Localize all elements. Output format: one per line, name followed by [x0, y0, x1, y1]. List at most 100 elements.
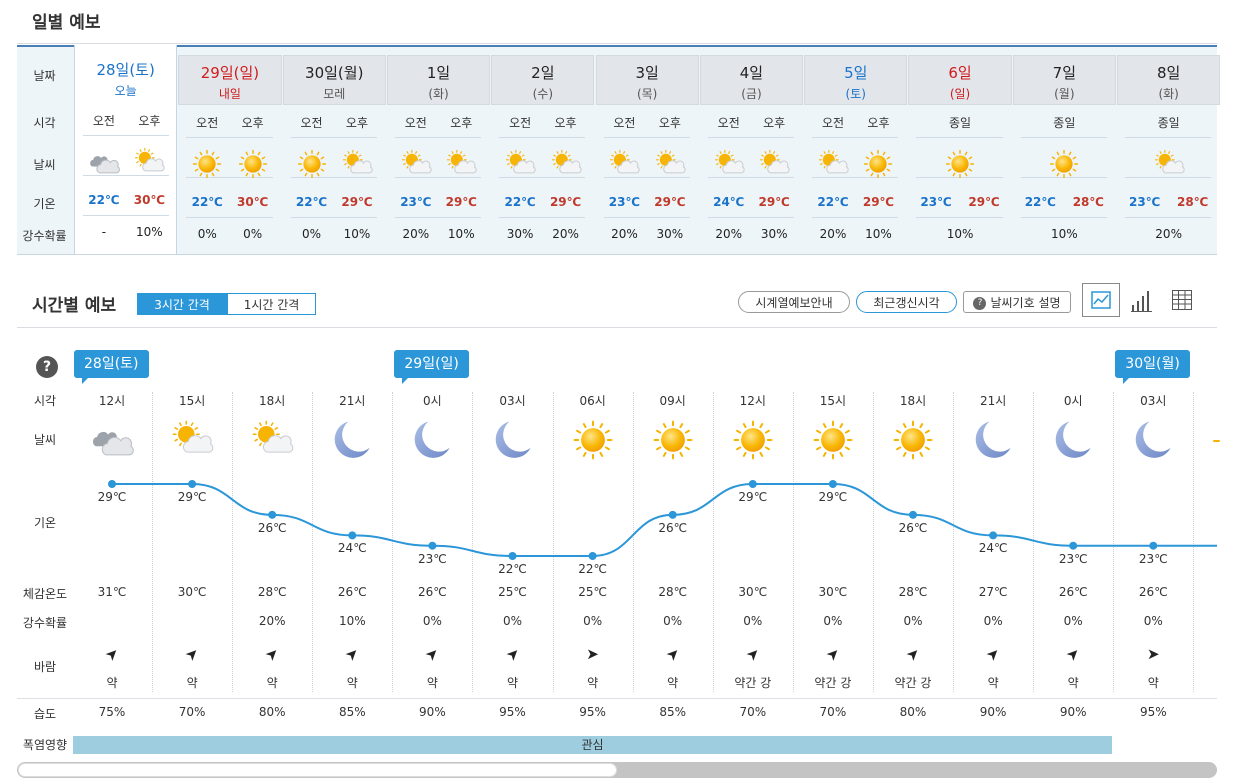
- hour-label: 03시: [499, 394, 526, 408]
- hour-label: 12시: [739, 394, 766, 408]
- day-sub: (화): [428, 87, 449, 101]
- precip-prob: 20%: [819, 227, 847, 241]
- day-header[interactable]: 6일 (일): [908, 55, 1012, 105]
- day-badge: 29일(일): [394, 350, 469, 384]
- day-badge: 28일(토): [74, 350, 149, 384]
- day-header[interactable]: 2일 (수): [491, 55, 595, 105]
- day-header[interactable]: 30일(월) 모레: [282, 55, 386, 105]
- temp-low: 22℃: [191, 195, 223, 209]
- moon-icon: [1051, 418, 1095, 462]
- precip-prob: 30%: [760, 227, 788, 241]
- hour-label: 21시: [339, 394, 366, 408]
- partly-cloudy-icon: [608, 148, 641, 180]
- day-header[interactable]: 1일 (화): [386, 55, 491, 105]
- partly-cloudy-icon: [758, 148, 790, 180]
- day-sub: 내일: [218, 87, 241, 101]
- hour-label: 12시: [98, 394, 126, 408]
- hour-label: 18시: [899, 394, 927, 408]
- wind-strength: 약: [106, 676, 118, 690]
- wind-strength: 약: [506, 676, 519, 690]
- tab-3hour[interactable]: 3시간 간격: [137, 293, 227, 315]
- row-divider: [499, 137, 586, 138]
- temperature-point: [268, 510, 277, 519]
- column-separator: [1033, 392, 1035, 692]
- period-label: 오후: [867, 116, 890, 130]
- wind-direction-icon: ➤: [501, 643, 524, 665]
- temp-low: 23℃: [608, 195, 641, 209]
- sun-icon: [862, 148, 894, 180]
- day-name: 30일(월): [305, 64, 364, 82]
- daily-column: 29일(일) 내일 오전 22℃ 0% 오후 30℃ 0%: [178, 55, 282, 252]
- precip-prob: 20%: [402, 227, 430, 241]
- row-divider: [1125, 217, 1212, 218]
- partly-cloudy-icon: [445, 148, 477, 180]
- wind-direction-icon: ➤: [421, 643, 444, 665]
- day-header[interactable]: 8일 (화): [1117, 55, 1221, 105]
- precip-prob: 0%: [583, 614, 603, 628]
- day-sub: 모레: [323, 87, 346, 101]
- row-divider: [812, 137, 899, 138]
- day-header[interactable]: 7일 (월): [1012, 55, 1116, 105]
- tab-1hour[interactable]: 1시간 간격: [227, 293, 316, 315]
- moon-icon: [971, 418, 1015, 462]
- precip-prob: 10%: [447, 227, 475, 241]
- wind-direction-icon: ➤: [261, 643, 283, 665]
- bar-view-button[interactable]: [1130, 287, 1154, 313]
- day-header[interactable]: 29일(일) 내일: [178, 55, 282, 105]
- daily-column: 4일 (금) 오전 24℃ 20% 오후 29℃ 30%: [699, 55, 804, 252]
- day-header[interactable]: 3일 (목): [595, 55, 699, 105]
- divider: [17, 43, 1217, 44]
- day-header[interactable]: 28일(토) 오늘: [75, 53, 177, 103]
- graph-view-button[interactable]: [1082, 283, 1120, 317]
- column-separator: [552, 392, 554, 692]
- temperature-point: [188, 480, 197, 488]
- temp-high: 29℃: [341, 195, 373, 209]
- hour-label: 03시: [1140, 394, 1167, 408]
- weather-symbols-button[interactable]: ? 날씨기호 설명: [963, 291, 1071, 313]
- row-divider: [394, 217, 482, 218]
- row-divider: [1020, 217, 1107, 218]
- hour-label: 0시: [423, 394, 442, 408]
- scrollbar-thumb[interactable]: [18, 763, 617, 777]
- temp-high: 30℃: [237, 195, 269, 209]
- feels-like: 28℃: [658, 585, 688, 599]
- recent-update-button[interactable]: 최근갱신시각: [856, 291, 957, 313]
- wind-strength: 약간 강: [894, 676, 932, 690]
- sun-icon: [571, 418, 615, 462]
- temp-high: 29℃: [758, 195, 790, 209]
- sun-icon: [237, 148, 269, 180]
- day-sub: (목): [636, 87, 658, 101]
- day-name: 4일: [739, 64, 764, 82]
- row-divider: [916, 217, 1003, 218]
- day-header[interactable]: 4일 (금): [699, 55, 804, 105]
- humidity: 70%: [819, 705, 847, 719]
- wind-strength: 약: [266, 676, 278, 690]
- column-separator: [472, 392, 474, 692]
- column-separator: [632, 392, 634, 692]
- hourly-forecast-title: 시간별 예보: [32, 296, 117, 316]
- day-name: 1일: [426, 64, 451, 82]
- daily-column: 5일 (토) 오전 22℃ 20% 오후 29℃ 10%: [804, 55, 908, 252]
- period-label: 오전: [717, 116, 740, 130]
- moon-icon: [410, 418, 454, 462]
- table-view-button[interactable]: [1171, 289, 1193, 311]
- period-label: 오후: [241, 116, 264, 130]
- temp-label: 26℃: [898, 520, 928, 535]
- precip-prob: 20%: [552, 227, 579, 241]
- hourly-row-label: 시각: [33, 394, 57, 408]
- help-icon[interactable]: ?: [36, 356, 58, 378]
- temperature-point: [668, 510, 677, 519]
- temp-label: 26℃: [257, 520, 287, 535]
- feels-like: 28℃: [257, 585, 287, 599]
- day-header[interactable]: 5일 (토): [804, 55, 908, 105]
- temperature-point: [1149, 541, 1158, 550]
- temp-low: 22℃: [817, 195, 849, 209]
- precip-prob: 20%: [1155, 227, 1182, 241]
- wind-strength: 약: [987, 676, 999, 690]
- horizontal-scrollbar[interactable]: [17, 762, 1217, 778]
- timeseries-guide-button[interactable]: 시계열예보안내: [738, 291, 850, 313]
- temp-high: 29℃: [445, 195, 477, 209]
- row-divider: [83, 215, 170, 216]
- partly-cloudy-icon: [817, 148, 849, 180]
- precip-prob: 0%: [243, 227, 263, 241]
